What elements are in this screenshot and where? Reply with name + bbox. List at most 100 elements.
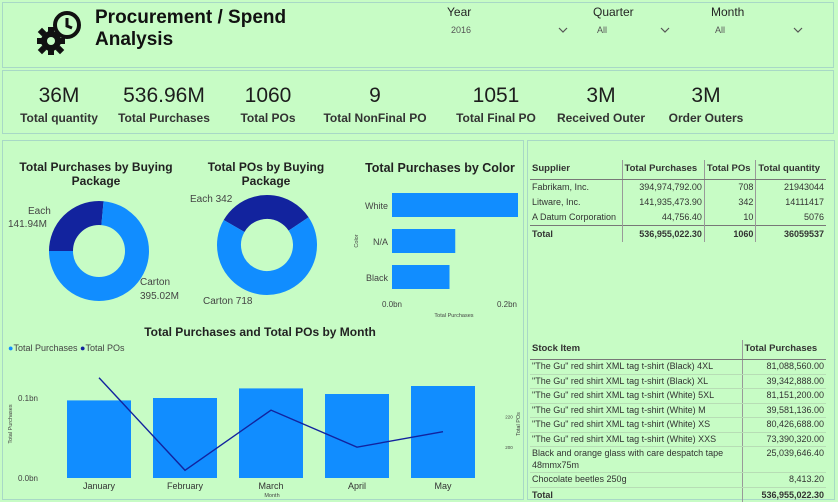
- column-header-total-purchases[interactable]: Total Purchases: [742, 340, 826, 360]
- column-header-total-purchases[interactable]: Total Purchases: [622, 160, 705, 180]
- cell-total-purchases: 80,426,688.00: [742, 417, 826, 433]
- cell-stock-item: "The Gu" red shirt XML tag t-shirt (Whit…: [530, 403, 743, 418]
- kpi-caption: Order Outers: [668, 111, 744, 125]
- combo-legend: ●Total Purchases ●Total POs: [8, 343, 124, 353]
- donut2-label-carton: Carton 718: [203, 296, 252, 307]
- year-slicer[interactable]: Year 2016: [447, 5, 568, 35]
- x-tick-label: March: [258, 481, 283, 491]
- cell-total-purchases: 44,756.40: [622, 210, 705, 226]
- cell-total-quantity: 14111417: [785, 197, 824, 207]
- bar-march[interactable]: [239, 388, 303, 478]
- kpi-caption: Total Purchases: [118, 111, 210, 125]
- y-axis-label: Color: [354, 234, 360, 247]
- bar-february[interactable]: [153, 398, 217, 478]
- cell-supplier: Fabrikam, Inc.: [530, 179, 623, 195]
- y2-tick-label: 200: [505, 445, 513, 450]
- page-title: Procurement / Spend Analysis: [95, 7, 287, 50]
- donut1-label-each: Each: [28, 206, 51, 217]
- cell-total-quantity: 21943044: [783, 182, 824, 192]
- y2-axis-label: Total POs: [516, 412, 522, 436]
- cell-total-purchases: 39,342,888.00: [742, 374, 826, 389]
- cell-total-purchases: 81,151,200.00: [742, 388, 826, 404]
- table-total-row: Total 536,955,022.30: [530, 486, 826, 502]
- cell-stock-item: "The Gu" red shirt XML tag t-shirt (Blac…: [530, 359, 743, 375]
- cell-total-pos: 708: [704, 179, 757, 195]
- kpi-caption: Total quantity: [20, 111, 98, 125]
- x-tick-label: February: [167, 481, 204, 491]
- bar-na[interactable]: [392, 229, 456, 253]
- kpi-value: 9: [369, 84, 381, 107]
- cell-total-pos: 342: [704, 195, 757, 210]
- kpi-total-pos: 1060 Total POs: [233, 83, 303, 125]
- legend-item-total-purchases[interactable]: Total Purchases: [13, 343, 77, 353]
- cell-total-label: Total: [530, 225, 623, 242]
- quarter-slicer-value[interactable]: All: [597, 25, 607, 35]
- chevron-down-icon[interactable]: [660, 25, 670, 35]
- chevron-down-icon[interactable]: [558, 25, 568, 35]
- table-header-row: Supplier Total Purchases Total POs Total…: [530, 160, 826, 180]
- cell-total-pos: 1060: [704, 225, 757, 242]
- table-row[interactable]: "The Gu" red shirt XML tag t-shirt (Whit…: [530, 417, 826, 433]
- chart-title-purchases-by-color: Total Purchases by Color: [365, 161, 515, 175]
- kpi-total-final-po: 1051 Total Final PO: [453, 83, 539, 125]
- table-row[interactable]: "The Gu" red shirt XML tag t-shirt (Whit…: [530, 432, 826, 447]
- cell-total-label: Total: [530, 486, 743, 502]
- kpi-order-outers: 3M Order Outers: [665, 83, 747, 125]
- cell-total-purchases: 141,935,473.90: [622, 195, 705, 210]
- donut1-value-each: 141.94M: [8, 219, 47, 230]
- table-row[interactable]: "The Gu" red shirt XML tag t-shirt (Blac…: [530, 359, 826, 375]
- table-row[interactable]: A Datum Corporation 44,756.40 10 5076: [530, 210, 826, 226]
- category-label: Black: [366, 273, 389, 283]
- purchases-by-package-donut[interactable]: [48, 200, 150, 302]
- category-label: White: [365, 201, 388, 211]
- cell-total-pos: 10: [704, 210, 757, 226]
- table-row[interactable]: "The Gu" red shirt XML tag t-shirt (Whit…: [530, 403, 826, 418]
- year-slicer-label: Year: [447, 5, 472, 19]
- table-row[interactable]: "The Gu" red shirt XML tag t-shirt (Blac…: [530, 374, 826, 389]
- donut2-label-each: Each 342: [190, 194, 232, 205]
- column-header-total-quantity[interactable]: Total quantity: [755, 160, 826, 180]
- cell-supplier: A Datum Corporation: [530, 210, 623, 226]
- donut2-category-each: Each: [190, 194, 213, 205]
- supplier-table: Supplier Total Purchases Total POs Total…: [530, 160, 826, 242]
- kpi-caption: Received Outer: [556, 111, 646, 125]
- donut1-value-carton: 395.02M: [140, 291, 179, 302]
- month-slicer-label: Month: [711, 5, 745, 19]
- cell-total-quantity: 5076: [803, 212, 824, 222]
- table-row[interactable]: Black and orange glass with care despatc…: [530, 446, 826, 473]
- kpi-total-purchases: 536.96M Total Purchases: [115, 83, 213, 125]
- purchases-by-color-bar-chart[interactable]: White N/A Black 0.0bn 0.2bn Total Purchases Co…: [348, 185, 518, 320]
- cell-stock-item: Chocolate beetles 250g: [530, 472, 743, 488]
- chart-title-by-month: Total Purchases and Total POs by Month: [144, 325, 376, 339]
- chevron-down-icon[interactable]: [793, 25, 803, 35]
- pos-by-package-donut[interactable]: [216, 194, 318, 296]
- bar-black[interactable]: [392, 265, 450, 289]
- cell-total-purchases: 39,581,136.00: [742, 403, 826, 418]
- bar-april[interactable]: [325, 394, 389, 478]
- cell-total-quantity: 36059537: [755, 225, 826, 242]
- cell-stock-item: "The Gu" red shirt XML tag t-shirt (Blac…: [530, 374, 743, 389]
- y-tick-label: 0.1bn: [18, 394, 38, 403]
- table-row[interactable]: Chocolate beetles 250g 8,413.20: [530, 472, 826, 488]
- purchases-pos-by-month-combo-chart[interactable]: January February March April May 0.1bn 0.0bn 22…: [4, 356, 522, 498]
- kpi-value: 3M: [586, 84, 616, 107]
- table-row[interactable]: "The Gu" red shirt XML tag t-shirt (Whit…: [530, 388, 826, 404]
- column-header-stock-item[interactable]: Stock Item: [530, 340, 743, 360]
- cell-total-purchases: 394,974,792.00: [622, 179, 705, 195]
- month-slicer-value[interactable]: All: [715, 25, 725, 35]
- table-row[interactable]: Fabrikam, Inc. 394,974,792.00 708 219430…: [530, 179, 826, 195]
- x-tick-label: 0.0bn: [382, 300, 402, 309]
- table-header-row: Stock Item Total Purchases: [530, 340, 826, 360]
- quarter-slicer[interactable]: Quarter All: [593, 5, 670, 35]
- column-header-total-pos[interactable]: Total POs: [704, 160, 757, 180]
- dashboard-page: Procurement / Spend Analysis Year 2016 Q…: [0, 0, 838, 502]
- table-row[interactable]: Litware, Inc. 141,935,473.90 342 1411141…: [530, 195, 826, 210]
- bar-white[interactable]: [392, 193, 518, 217]
- bar-january[interactable]: [67, 400, 131, 478]
- x-axis-label: Total Purchases: [434, 313, 473, 319]
- month-slicer[interactable]: Month All: [711, 5, 803, 35]
- column-header-supplier[interactable]: Supplier: [530, 160, 623, 180]
- legend-item-total-pos[interactable]: Total POs: [85, 343, 124, 353]
- year-slicer-value[interactable]: 2016: [451, 25, 471, 35]
- donut2-value-carton: 718: [235, 296, 253, 307]
